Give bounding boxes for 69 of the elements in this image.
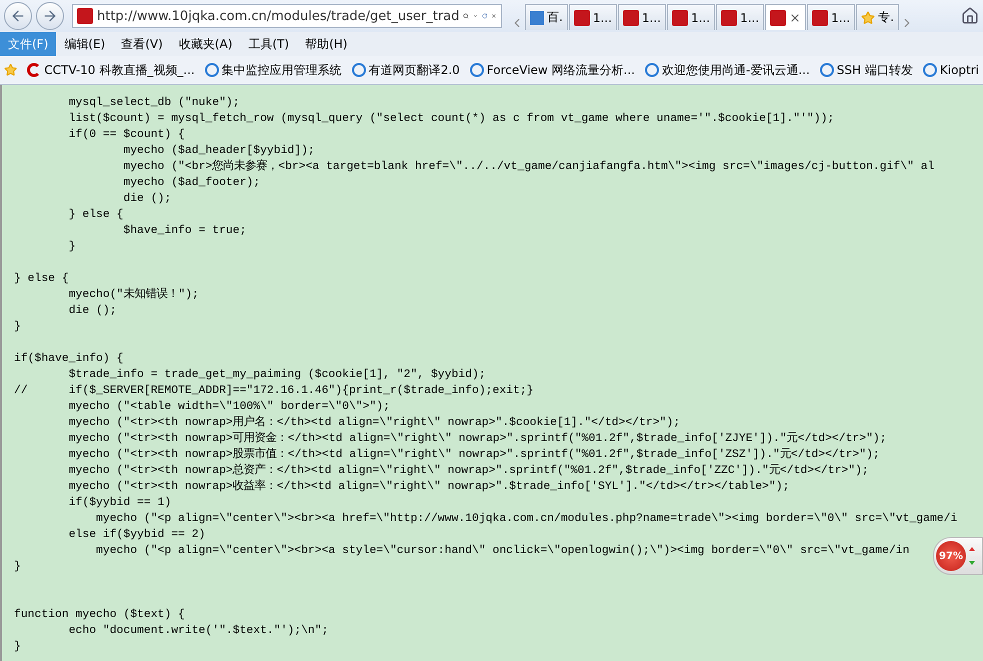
code-line: if($have_info) {: [14, 352, 124, 367]
code-line: // if($_SERVER[REMOTE_ADDR]=="172.16.1.46"){print_r($trade_info);exit;}: [14, 384, 534, 399]
code-line: else if($yybid == 2): [68, 528, 206, 543]
code-line: }: [68, 240, 76, 255]
browser-tab[interactable]: 1...: [807, 4, 856, 30]
code-line: myecho ("<p align=\"center\"><br><a style=\"cursor:hand\" onclick=\"openlogwin();\")><img border=\"0\" src=\"vt_game/in: [95, 544, 910, 559]
translate-icon: [530, 10, 544, 24]
code-line: myecho ("<p align=\"center\"><br><a href=\"http://www.10jqka.com.cn/modules.php?name=trade\"><img border=\"0\" src=\"vt_game/i: [95, 512, 958, 527]
code-line: myecho ("<tr><th nowrap>总资产：</th><td align=\"right\" nowrap>".sprintf("%01.2f",$trade_info['ZZC'])."元</td></tr>");: [68, 463, 869, 479]
code-line: $have_info = true;: [122, 224, 246, 239]
url-text: http://www.10jqka.com.cn/modules/trade/get_user_trad: [97, 8, 460, 24]
site-icon: [770, 10, 786, 26]
browser-tab[interactable]: 1...: [716, 4, 764, 30]
forward-button[interactable]: [36, 2, 64, 30]
favorites-star-icon[interactable]: [4, 62, 18, 78]
browser-tab[interactable]: 1...: [666, 4, 716, 30]
favorite-link[interactable]: 欢迎您使用尚通-爱讯云通...: [645, 62, 810, 78]
browser-tab[interactable]: 1...: [568, 4, 617, 30]
code-line: if(0 == $count) {: [68, 128, 185, 143]
back-button[interactable]: [4, 2, 32, 30]
code-line: myecho ($ad_footer);: [122, 176, 260, 191]
code-line: }: [14, 640, 21, 655]
address-bar[interactable]: http://www.10jqka.com.cn/modules/trade/get_user_trad: [72, 4, 502, 28]
menu-item[interactable]: 查看(V): [113, 32, 171, 56]
code-line: function myecho ($text) {: [14, 608, 185, 623]
site-icon: [721, 10, 738, 26]
site-icon: [812, 10, 828, 26]
code-line: }: [14, 320, 21, 335]
right-arrow-icon: [42, 8, 58, 24]
up-down-arrows-icon: [968, 546, 976, 566]
site-icon: [672, 10, 688, 26]
browser-tab[interactable]: 专.: [856, 4, 900, 30]
favorite-link[interactable]: ForceView 网络流量分析...: [470, 62, 635, 78]
menu-item[interactable]: 工具(T): [240, 32, 298, 56]
code-line: if($yybid == 1): [68, 496, 172, 511]
menu-item[interactable]: 收藏夹(A): [170, 32, 240, 56]
code-line: echo "document.write('".$text."');\n";: [68, 624, 328, 639]
browser-tab[interactable]: [765, 4, 806, 30]
home-icon[interactable]: [961, 7, 979, 25]
code-line: } else {: [14, 272, 69, 287]
code-line: } else {: [68, 208, 124, 223]
site-icon: [77, 8, 93, 24]
star-icon: [861, 10, 876, 24]
browser-tab[interactable]: 1...: [618, 4, 666, 30]
code-line: die ();: [122, 192, 172, 207]
code-line: myecho ("<tr><th nowrap>用户名：</th><td align=\"right\" nowrap>".$cookie[1]."</td></tr>");: [68, 415, 680, 431]
code-line: myecho ("<tr><th nowrap>收益率：</th><td align=\"right\" nowrap>".$trade_info['SYL']."</td></tr></table>");: [68, 479, 790, 495]
site-icon: [622, 10, 639, 26]
favorite-link[interactable]: 有道网页翻译2.0: [352, 62, 460, 78]
code-line: }: [14, 560, 21, 575]
favorite-link[interactable]: SSH 端口转发: [820, 62, 913, 78]
favorite-link[interactable]: CCTV-10 科教直播_视频_...: [27, 62, 195, 78]
menu-item[interactable]: 帮助(H): [297, 32, 356, 56]
code-line: myecho("未知错误！");: [68, 287, 199, 303]
favorite-link[interactable]: Kioptri: [922, 63, 979, 77]
site-icon: [574, 10, 590, 26]
code-line: list($count) = mysql_fetch_row (mysql_query ("select count(*) as c from vt_game where uname='".$cookie[1]."'"));: [68, 112, 834, 127]
code-line: die ();: [68, 304, 117, 319]
code-line: myecho ("<br>您尚未参赛，<br><a target=blank href=\"../../vt_game/canjiafangfa.htm\"><img src=\"images/cj-button.gif\" al: [122, 159, 934, 175]
code-line: myecho ($ad_header[$yybid]);: [122, 144, 315, 159]
browser-tab[interactable]: 百.: [525, 4, 568, 30]
menu-item[interactable]: 编辑(E): [56, 32, 114, 56]
code-line: myecho ("<tr><th nowrap>可用资金：</th><td align=\"right\" nowrap>".sprintf("%01.2f",$trade_info['ZJYE'])."元</td></tr>");: [68, 431, 887, 447]
favorite-link[interactable]: 集中监控应用管理系统: [204, 62, 342, 78]
code-line: myecho ("<tr><th nowrap>股票市值：</th><td align=\"right\" nowrap>".sprintf("%01.2f",$trade_info['ZSZ'])."元</td></tr>");: [68, 447, 880, 463]
code-line: myecho ("<table width=\"100%\" border=\"0\">");: [68, 400, 390, 415]
close-icon[interactable]: [789, 12, 802, 24]
code-line: $trade_info = trade_get_my_paiming ($cookie[1], "2", $yybid);: [68, 368, 486, 383]
code-line: mysql_select_db ("nuke");: [68, 96, 240, 111]
